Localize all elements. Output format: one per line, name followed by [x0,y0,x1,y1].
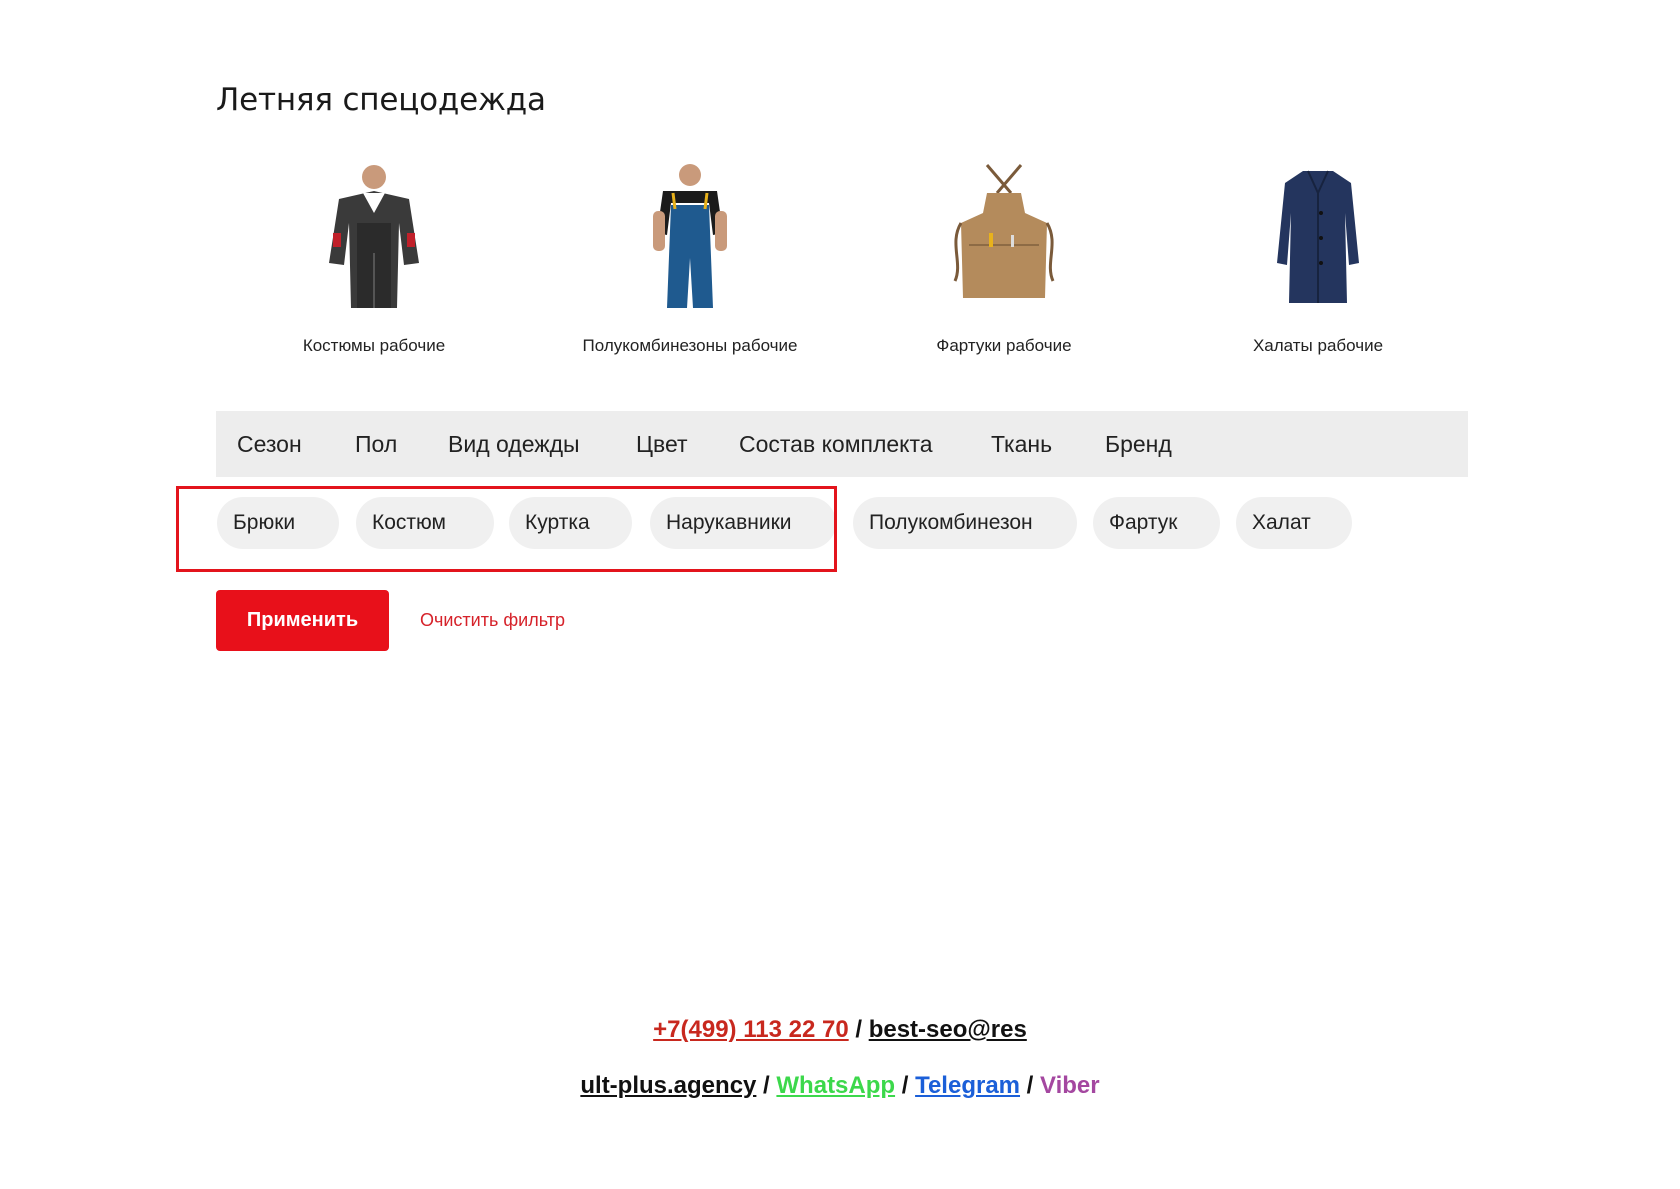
email-link[interactable]: best-seo@res [869,1016,1027,1043]
clear-filter-link[interactable]: Очистить фильтр [420,610,565,631]
work-suit-icon [309,160,439,310]
category-card-suits[interactable]: Костюмы рабочие [224,160,524,356]
page-title: Летняя спецодежда [216,82,546,118]
filter-tab-clothing-type[interactable]: Вид одежды [448,431,580,458]
highlight-box [176,486,837,572]
separator: / [848,1016,869,1043]
category-label: Фартуки рабочие [936,336,1072,355]
filter-tab-set-composition[interactable]: Состав комплекта [739,431,933,458]
footer-contacts-line-1: +7(499) 113 22 70 / best-seo@res [0,1016,1680,1044]
separator: / [1020,1072,1041,1099]
separator: / [756,1072,777,1099]
category-card-robes[interactable]: Халаты рабочие [1168,160,1468,356]
apply-button[interactable]: Применить [216,590,389,651]
filter-tab-gender[interactable]: Пол [355,431,397,458]
viber-link[interactable]: Viber [1040,1072,1100,1099]
telegram-link[interactable]: Telegram [915,1072,1020,1099]
filter-chip-overalls[interactable]: Полукомбинезон [853,497,1077,549]
filter-chip-apron[interactable]: Фартук [1093,497,1220,549]
category-card-overalls[interactable]: Полукомбинезоны рабочие [540,160,840,356]
footer-contacts-line-2: ult-plus.agency / WhatsApp / Telegram / … [0,1072,1680,1100]
category-label: Полукомбинезоны рабочие [582,336,798,355]
apron-icon [939,160,1069,310]
filter-tab-color[interactable]: Цвет [636,431,688,458]
phone-link[interactable]: +7(499) 113 22 70 [653,1016,849,1043]
category-label: Халаты рабочие [1252,336,1384,355]
email-link-continued[interactable]: ult-plus.agency [580,1072,756,1099]
robe-icon [1253,160,1383,310]
filter-tabs-bar: Сезон Пол Вид одежды Цвет Состав комплек… [216,411,1468,477]
category-label: Костюмы рабочие [302,336,446,355]
filter-tab-fabric[interactable]: Ткань [991,431,1052,458]
separator: / [895,1072,916,1099]
category-card-aprons[interactable]: Фартуки рабочие [854,160,1154,356]
filter-tab-brand[interactable]: Бренд [1105,431,1172,458]
filter-chip-robe[interactable]: Халат [1236,497,1352,549]
whatsapp-link[interactable]: WhatsApp [776,1072,895,1099]
filter-tab-season[interactable]: Сезон [237,431,302,458]
overalls-icon [625,160,755,310]
